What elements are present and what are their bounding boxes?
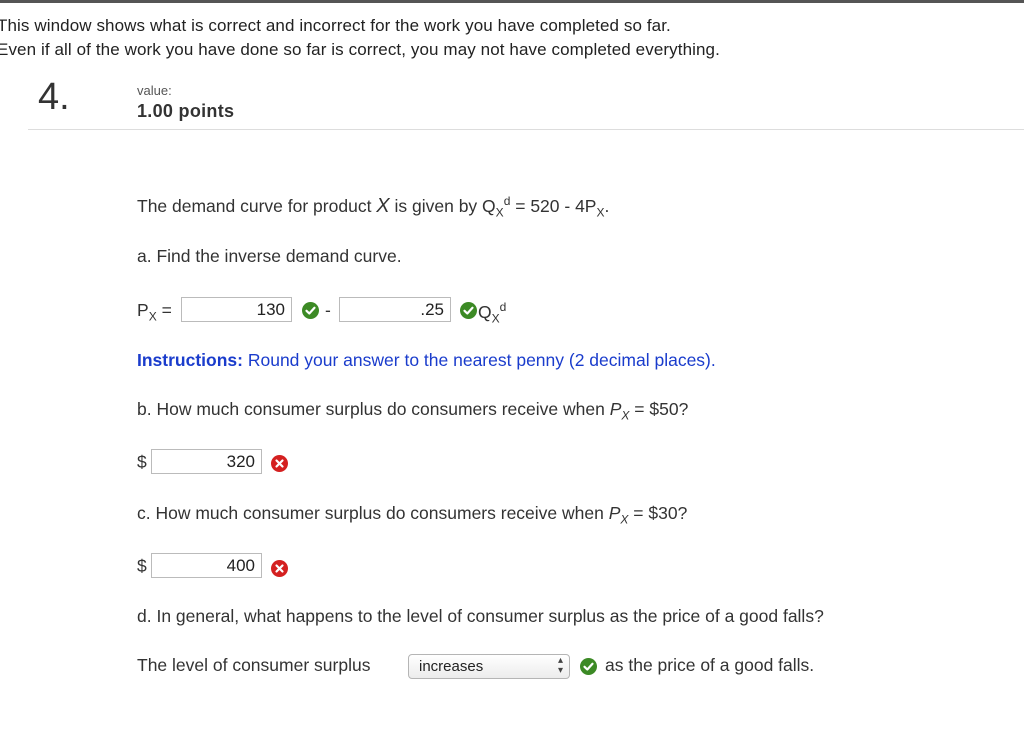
part-b-question: b. How much consumer surplus do consumer… [137, 399, 689, 423]
part-b-answer-input[interactable]: 320 [151, 449, 262, 474]
part-d-sentence-end: as the price of a good falls. [605, 655, 815, 675]
instructions: Instructions: Round your answer to the n… [137, 350, 716, 370]
x-icon [271, 455, 288, 472]
check-icon [580, 658, 597, 675]
points-value: 1.00 points [137, 101, 235, 121]
currency-symbol: $ [137, 452, 147, 472]
part-d-sentence-start: The level of consumer surplus [137, 655, 371, 675]
question-prompt: The demand curve for product X is given … [137, 194, 610, 220]
part-c-question: c. How much consumer surplus do consumer… [137, 503, 688, 527]
minus-sign: - [325, 300, 331, 320]
x-icon [271, 560, 288, 577]
top-border [0, 0, 1024, 3]
part-c-answer-input[interactable]: 400 [151, 553, 262, 578]
select-value: increases [419, 658, 484, 675]
consumer-surplus-select[interactable]: increases ▴ ▾ [408, 654, 570, 679]
feedback-banner-line-1: This window shows what is correct and in… [0, 16, 671, 35]
part-a-rhs: QXd [478, 300, 507, 326]
slope-input[interactable]: .25 [339, 297, 451, 322]
part-a-lhs: PX = [137, 300, 172, 324]
feedback-banner-line-2: Even if all of the work you have done so… [0, 40, 720, 59]
check-icon [302, 302, 319, 319]
intercept-input[interactable]: 130 [181, 297, 292, 322]
updown-arrows-icon: ▴ ▾ [557, 655, 563, 676]
currency-symbol: $ [137, 556, 147, 576]
check-icon [460, 302, 477, 319]
part-a-question: a. Find the inverse demand curve. [137, 246, 402, 266]
value-label: value: [137, 83, 172, 98]
header-divider [28, 129, 1024, 130]
question-number: 4. [38, 76, 70, 118]
part-d-question: d. In general, what happens to the level… [137, 606, 824, 626]
